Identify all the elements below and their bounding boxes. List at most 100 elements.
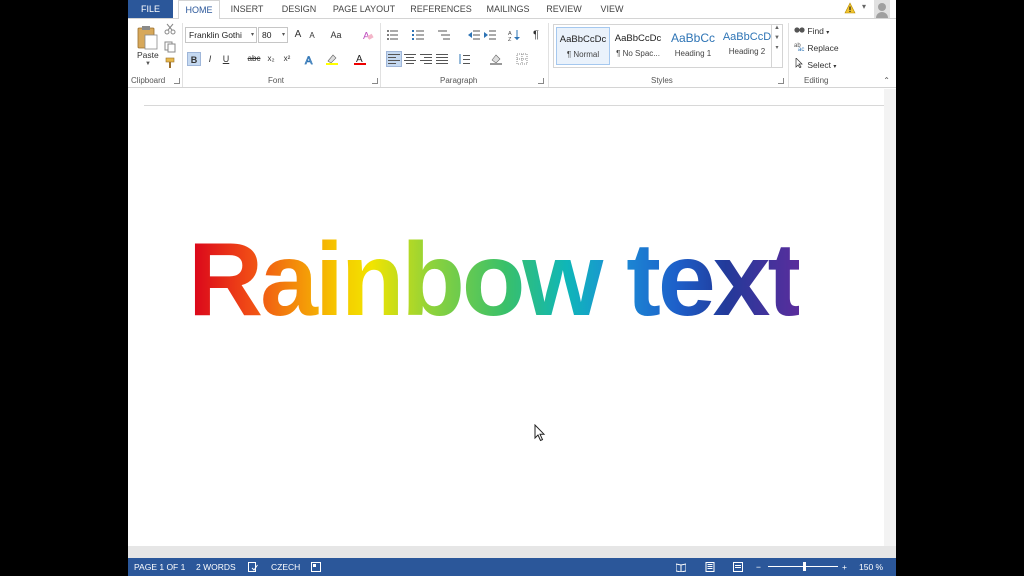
borders-icon[interactable] bbox=[516, 53, 528, 65]
style-no-spacing[interactable]: AaBbCcDc ¶ No Spac... bbox=[611, 27, 665, 65]
decrease-indent-icon[interactable] bbox=[468, 29, 480, 41]
italic-button[interactable]: I bbox=[204, 52, 216, 66]
zoom-level[interactable]: 150 % bbox=[859, 558, 883, 576]
style-normal[interactable]: AaBbCcDc ¶ Normal bbox=[556, 27, 610, 65]
clear-formatting-icon[interactable]: A bbox=[362, 29, 374, 41]
divider bbox=[788, 23, 789, 87]
select-button[interactable]: Select ▾ bbox=[794, 57, 836, 70]
tab-mailings[interactable]: MAILINGS bbox=[480, 0, 536, 18]
chevron-down-icon: ▾ bbox=[826, 30, 830, 36]
strikethrough-button[interactable]: abc bbox=[245, 52, 263, 66]
chevron-down-icon[interactable]: ▾ bbox=[282, 28, 285, 42]
word-window: FILE HOME INSERT DESIGN PAGE LAYOUT REFE… bbox=[128, 0, 896, 576]
superscript-button[interactable]: x² bbox=[280, 52, 294, 66]
underline-button[interactable]: U bbox=[220, 52, 232, 66]
tab-design[interactable]: DESIGN bbox=[274, 0, 324, 18]
numbering-icon[interactable] bbox=[412, 29, 424, 41]
binoculars-icon bbox=[794, 27, 805, 33]
paste-icon[interactable] bbox=[136, 25, 158, 51]
font-name-box[interactable]: Franklin Gothi ▾ bbox=[185, 27, 257, 43]
copy-icon[interactable] bbox=[164, 41, 176, 53]
chevron-down-icon[interactable]: ▾ bbox=[251, 28, 254, 42]
cut-icon[interactable] bbox=[164, 23, 176, 35]
web-layout-icon[interactable] bbox=[733, 562, 743, 572]
grow-font-button[interactable]: A bbox=[292, 28, 304, 42]
print-layout-icon[interactable] bbox=[705, 562, 715, 572]
justify-icon[interactable] bbox=[436, 53, 448, 65]
clipboard-launcher-icon[interactable] bbox=[174, 78, 180, 84]
bottom-gutter bbox=[128, 546, 896, 558]
style-heading-2[interactable]: AaBbCcD Heading 2 bbox=[720, 27, 774, 65]
tab-insert[interactable]: INSERT bbox=[224, 0, 270, 18]
show-formatting-button[interactable]: ¶ bbox=[530, 28, 542, 42]
warning-icon[interactable] bbox=[844, 2, 856, 14]
tab-review[interactable]: REVIEW bbox=[540, 0, 588, 18]
select-label: Select bbox=[807, 60, 831, 70]
font-launcher-icon[interactable] bbox=[372, 78, 378, 84]
read-mode-icon[interactable] bbox=[676, 562, 686, 572]
align-left-button[interactable] bbox=[386, 51, 402, 67]
tab-home[interactable]: HOME bbox=[178, 0, 220, 19]
chevron-up-icon[interactable]: ▲ bbox=[772, 25, 782, 31]
align-center-icon[interactable] bbox=[404, 53, 416, 65]
line-spacing-icon[interactable] bbox=[458, 53, 470, 65]
divider bbox=[380, 23, 381, 87]
style-heading-1[interactable]: AaBbCc Heading 1 bbox=[666, 27, 720, 65]
highlight-icon[interactable] bbox=[326, 53, 338, 65]
ribbon-tabs: FILE HOME INSERT DESIGN PAGE LAYOUT REFE… bbox=[128, 0, 896, 19]
replace-icon: abac bbox=[794, 43, 804, 53]
document-area[interactable]: Rainbow text bbox=[128, 89, 896, 558]
font-color-icon[interactable]: A bbox=[354, 53, 366, 65]
tab-references[interactable]: REFERENCES bbox=[406, 0, 476, 18]
paste-dropdown-icon[interactable]: ▼ bbox=[145, 61, 151, 67]
proofing-icon[interactable] bbox=[248, 562, 258, 572]
change-case-button[interactable]: Aa bbox=[326, 28, 346, 42]
collapse-ribbon-icon[interactable]: ⌃ bbox=[883, 76, 890, 85]
style-preview: AaBbCc bbox=[670, 31, 716, 45]
text-effects-icon[interactable]: A bbox=[304, 53, 316, 65]
format-painter-icon[interactable] bbox=[164, 57, 176, 69]
bold-button[interactable]: B bbox=[187, 52, 201, 66]
multilevel-list-icon[interactable] bbox=[438, 29, 450, 41]
tab-file[interactable]: FILE bbox=[128, 0, 173, 18]
find-button[interactable]: Find ▾ bbox=[794, 24, 829, 36]
sort-icon[interactable]: A Z bbox=[508, 29, 520, 41]
bullets-icon[interactable] bbox=[386, 29, 398, 41]
style-name: Heading 2 bbox=[728, 47, 766, 56]
account-dropdown-icon[interactable]: ▾ bbox=[862, 2, 866, 11]
avatar[interactable] bbox=[874, 0, 890, 18]
style-preview: AaBbCcD bbox=[722, 31, 772, 43]
macro-icon[interactable] bbox=[311, 562, 321, 572]
find-label: Find bbox=[807, 26, 824, 36]
styles-scroll[interactable]: ▲ ▼ ▾ bbox=[771, 25, 782, 67]
font-size-box[interactable]: 80 ▾ bbox=[258, 27, 288, 43]
replace-button[interactable]: ab ac Replace bbox=[794, 41, 839, 53]
word-count[interactable]: 2 WORDS bbox=[196, 558, 236, 576]
tab-view[interactable]: VIEW bbox=[592, 0, 632, 18]
subscript-button[interactable]: x₂ bbox=[264, 52, 278, 66]
divider bbox=[548, 23, 549, 87]
svg-text:Z: Z bbox=[508, 37, 512, 41]
chevron-down-icon[interactable]: ▼ bbox=[772, 35, 782, 41]
rainbow-text[interactable]: Rainbow text bbox=[188, 225, 802, 335]
paste-button[interactable]: Paste bbox=[137, 50, 159, 60]
style-name: Heading 1 bbox=[674, 49, 712, 58]
style-preview: AaBbCcDc bbox=[559, 34, 607, 45]
styles-launcher-icon[interactable] bbox=[778, 78, 784, 84]
page-count[interactable]: PAGE 1 OF 1 bbox=[134, 558, 185, 576]
paragraph-launcher-icon[interactable] bbox=[538, 78, 544, 84]
zoom-in-button[interactable]: + bbox=[842, 558, 847, 576]
shrink-font-button[interactable]: A bbox=[306, 29, 318, 43]
zoom-out-button[interactable]: − bbox=[756, 558, 761, 576]
vertical-scrollbar[interactable] bbox=[884, 89, 896, 546]
status-bar: PAGE 1 OF 1 2 WORDS CZECH − + 150 % bbox=[128, 558, 896, 576]
increase-indent-icon[interactable] bbox=[484, 29, 496, 41]
style-preview: AaBbCcDc bbox=[614, 33, 662, 44]
mouse-pointer-icon bbox=[534, 424, 546, 442]
more-icon[interactable]: ▾ bbox=[772, 44, 782, 51]
language-indicator[interactable]: CZECH bbox=[271, 558, 300, 576]
tab-page-layout[interactable]: PAGE LAYOUT bbox=[328, 0, 400, 18]
zoom-slider-thumb[interactable] bbox=[803, 562, 806, 571]
align-right-icon[interactable] bbox=[420, 53, 432, 65]
shading-icon[interactable] bbox=[490, 53, 502, 65]
